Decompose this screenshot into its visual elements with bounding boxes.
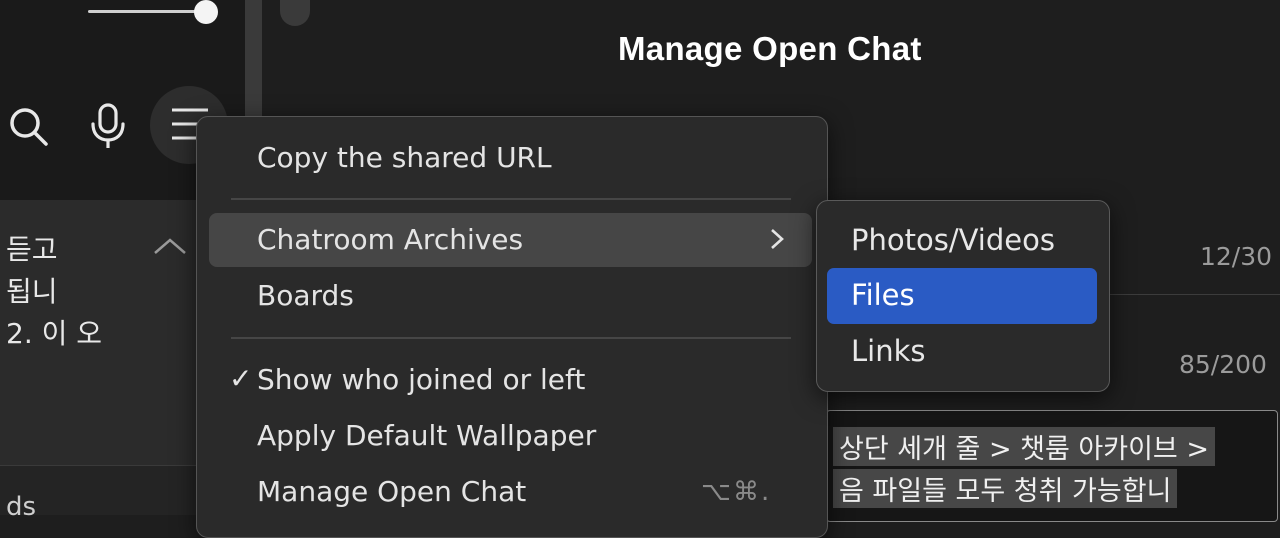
menu-item-label: Apply Default Wallpaper bbox=[257, 419, 597, 452]
menu-item-show-joined-left[interactable]: ✓ Show who joined or left bbox=[209, 353, 812, 407]
menu-item-label: Copy the shared URL bbox=[257, 141, 552, 174]
menu-item-label: Manage Open Chat bbox=[257, 475, 527, 508]
page-title: Manage Open Chat bbox=[618, 30, 922, 67]
chevron-right-icon bbox=[771, 229, 784, 249]
chat-preview-line: 2. 이 오 bbox=[6, 317, 103, 350]
submenu-item-files[interactable]: Files bbox=[827, 268, 1097, 324]
volume-slider-knob[interactable] bbox=[194, 0, 218, 24]
archives-submenu: Photos/Videos Files Links bbox=[816, 200, 1110, 392]
chat-preview-line: 됩니 bbox=[6, 275, 58, 308]
description-line: 상단 세개 줄 > 챗룸 아카이브 > bbox=[833, 427, 1215, 466]
window-control-dot[interactable] bbox=[280, 0, 310, 26]
chevron-up-icon[interactable] bbox=[152, 236, 188, 256]
panel-divider[interactable] bbox=[245, 0, 262, 120]
submenu-item-label: Links bbox=[851, 334, 926, 368]
description-textarea[interactable]: 상단 세개 줄 > 챗룸 아카이브 > 음 파일들 모두 청취 가능합니 bbox=[826, 410, 1278, 522]
context-menu: Copy the shared URL Chatroom Archives Bo… bbox=[196, 116, 828, 538]
menu-item-apply-default-wallpaper[interactable]: Apply Default Wallpaper bbox=[209, 409, 812, 463]
menu-item-label: Chatroom Archives bbox=[257, 223, 524, 256]
chat-preview-line: 듣고 bbox=[6, 233, 58, 266]
voice-search-button[interactable] bbox=[80, 98, 136, 154]
search-button[interactable] bbox=[0, 98, 56, 154]
menu-item-label: Boards bbox=[257, 279, 354, 312]
submenu-item-links[interactable]: Links bbox=[827, 324, 1097, 380]
name-char-counter: 12/30 bbox=[1200, 242, 1273, 271]
menu-separator bbox=[231, 198, 791, 200]
microphone-icon bbox=[91, 103, 125, 148]
description-line: 음 파일들 모두 청취 가능합니 bbox=[833, 469, 1178, 508]
search-icon bbox=[10, 108, 48, 146]
description-char-counter: 85/200 bbox=[1179, 350, 1267, 379]
menu-item-copy-shared-url[interactable]: Copy the shared URL bbox=[209, 131, 812, 185]
menu-item-label: Show who joined or left bbox=[257, 363, 586, 396]
volume-slider[interactable] bbox=[88, 10, 206, 13]
submenu-item-label: Photos/Videos bbox=[851, 223, 1055, 257]
menu-item-manage-open-chat[interactable]: Manage Open Chat ⌥⌘. bbox=[209, 465, 812, 519]
submenu-item-photos-videos[interactable]: Photos/Videos bbox=[827, 213, 1097, 269]
menu-separator bbox=[231, 337, 791, 339]
divider bbox=[1110, 294, 1280, 295]
submenu-item-label: Files bbox=[851, 278, 915, 312]
menu-item-shortcut: ⌥⌘. bbox=[701, 477, 772, 507]
chat-list-item-text: ds bbox=[6, 492, 37, 522]
checkmark-icon: ✓ bbox=[229, 362, 253, 395]
menu-item-boards[interactable]: Boards bbox=[209, 269, 812, 323]
menu-item-chatroom-archives[interactable]: Chatroom Archives bbox=[209, 213, 812, 267]
